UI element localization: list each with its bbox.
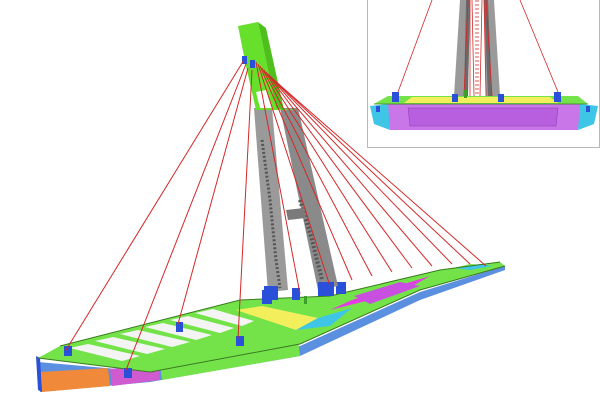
inset-deck-yellow — [404, 97, 558, 103]
inset-stay-cables — [397, 0, 559, 97]
inset-front-view — [367, 0, 600, 148]
inset-bridge-view — [370, 0, 598, 130]
pylon-crossbeam — [286, 208, 306, 220]
bridge-model-viewport — [0, 0, 600, 400]
pylon-anchor-2 — [250, 60, 255, 68]
pylon-base-right — [318, 282, 334, 296]
inset-person-figure — [464, 90, 467, 98]
person-figure — [304, 296, 307, 304]
bridge-pylon — [238, 22, 338, 300]
inset-deck-box-inner — [407, 107, 559, 127]
deck-side-face-orange — [40, 368, 110, 392]
pylon-base-left — [264, 286, 278, 300]
pylon-leg-right — [280, 108, 338, 290]
